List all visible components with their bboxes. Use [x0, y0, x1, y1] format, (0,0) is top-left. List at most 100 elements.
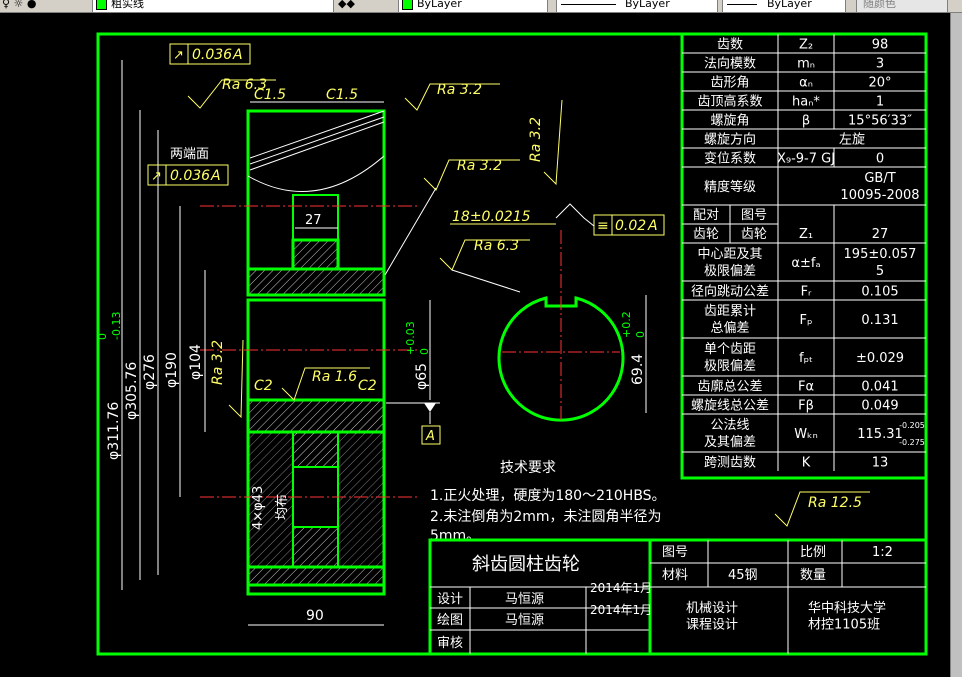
linetype-preview [561, 4, 616, 5]
holes: 4×φ43 [251, 486, 266, 530]
chamfer-c2-left: C2 [254, 378, 273, 394]
plotstyle-value: 随颜色 [863, 0, 896, 10]
spec-label: 变位系数 [704, 151, 756, 167]
spec-value: 0.131 [861, 313, 898, 328]
spec-symbol: α±fₐ [791, 256, 820, 271]
spec-label: 齿顶高系数 [697, 94, 762, 110]
dim-phi311: φ311.76 [106, 402, 122, 460]
spec-label: 螺旋角 [710, 114, 749, 129]
runout-ends-icon: ↗ [151, 169, 162, 184]
material-label: 材料 [662, 568, 688, 583]
runout-icon: ↗ [173, 48, 184, 63]
spec-label: 齿数 [717, 38, 743, 53]
spec-label: 齿距累计总偏差 [704, 304, 756, 336]
dim-phi305: φ305.76 [124, 362, 140, 420]
spec-value: 0.105 [861, 285, 898, 300]
spec-label: 螺旋方向 [704, 132, 756, 148]
spec-label: 单个齿距极限偏差 [704, 342, 756, 374]
spec-value: ±0.029 [856, 351, 904, 366]
draw-label: 绘图 [437, 613, 463, 628]
spec-label: 精度等级 [704, 179, 756, 195]
spec-label: 法向模数 [704, 56, 756, 72]
dim-phi104: φ104 [188, 344, 204, 380]
symmetry-datum: A [647, 218, 658, 234]
tech-req-line1: 1.正火处理，硬度为180～210HBS。 [430, 488, 666, 504]
dim-69-4: 69.4 [630, 354, 646, 385]
spec-value: 0.049 [861, 399, 898, 414]
color-swatch [402, 0, 413, 10]
spec-value-tol: -0.205 -0.275 [899, 421, 925, 447]
spec-label: 图号 [741, 208, 767, 223]
spec-value: 左旋 [839, 133, 865, 148]
spec-symbol: Fᵣ [801, 285, 812, 300]
linetype-value: ByLayer [625, 0, 670, 10]
keyway-width: 18±0.0215 [452, 209, 531, 225]
drafter: 马恒源 [505, 613, 544, 628]
spec-label: 配对 [693, 208, 719, 223]
spec-label: 跨测齿数 [704, 456, 756, 471]
spec-symbol: β [802, 114, 810, 129]
spec-symbol: Wₖₙ [794, 427, 818, 442]
ra-12-5: Ra 12.5 [808, 495, 862, 511]
spec-symbol: K [802, 456, 811, 471]
scale-label: 比例 [800, 545, 826, 560]
linetype-dropdown[interactable]: ByLayer [556, 0, 718, 12]
ra-32-vertical: Ra 3.2 [528, 117, 544, 162]
runout-top-datum: A [232, 47, 243, 63]
chamfer-c15-right: C1.5 [326, 87, 358, 103]
layer-tools-icon[interactable]: ◆◆ [338, 0, 355, 11]
dim-phi276: φ276 [142, 354, 158, 390]
dim-90: 90 [306, 608, 324, 624]
spec-value: GB/T 10095-2008 [840, 171, 919, 203]
spec-label: 中心距及其极限偏差 [697, 247, 762, 279]
review-label: 审核 [437, 636, 463, 651]
properties-toolbar: ♀ ☼ ● 粗实线 ◆◆ ByLayer ByLayer ByLayer 随颜色 [0, 0, 962, 13]
drawing-no-label: 图号 [662, 545, 688, 560]
spec-value: 0.041 [861, 380, 898, 395]
spec-value: 13 [872, 456, 889, 471]
dim-phi311-tol: 0-0.13 [96, 312, 123, 340]
lineweight-dropdown[interactable]: ByLayer [722, 0, 846, 12]
tech-req-line3: 5mm。 [430, 528, 480, 544]
gear-section-view [121, 60, 431, 626]
spec-value: 27 [872, 227, 889, 242]
spec-symbol: haₙ* [792, 95, 820, 110]
ra-16: Ra 1.6 [312, 369, 357, 385]
symmetry-tol: 0.02 [615, 218, 646, 234]
layer-name: 粗实线 [111, 0, 144, 10]
chamfer-c15-left: C1.5 [254, 87, 286, 103]
runout-ends-datum: A [210, 168, 221, 184]
two-end-faces-label: 两端面 [170, 147, 209, 162]
dim-27: 27 [305, 213, 322, 228]
layer-color-swatch [96, 0, 107, 10]
design-label: 设计 [437, 592, 463, 607]
symmetry-icon: ≡ [597, 218, 609, 234]
chamfer-c2-right: C2 [358, 378, 377, 394]
datum-a: A [425, 429, 435, 444]
layer-dropdown[interactable]: 粗实线 [92, 0, 334, 12]
qty-label: 数量 [800, 568, 826, 583]
drawing-canvas[interactable]: ↗ 0.036 A 两端面 ↗ 0.036 A Ra 6.3 Ra 3.2 C1… [0, 13, 950, 677]
layer-state-icons[interactable]: ♀ ☼ ● [2, 0, 37, 11]
spec-label: 齿廓总公差 [697, 379, 762, 395]
spec-label: 齿轮 [741, 227, 767, 242]
material-value: 45钢 [728, 568, 758, 583]
spec-value: 0 [876, 152, 884, 167]
scale-value: 1:2 [872, 545, 893, 560]
tech-req-line2: 2.未注倒角为2mm，未注圆角半径为 [430, 509, 662, 525]
design-date: 2014年1月 [590, 581, 652, 595]
color-dropdown[interactable]: ByLayer [398, 0, 548, 12]
spec-symbol: Fβ [798, 399, 814, 414]
dim-phi190: φ190 [164, 352, 180, 388]
vertical-scrollbar[interactable] [950, 13, 962, 677]
spec-value: 115.31 [857, 427, 903, 442]
plotstyle-dropdown[interactable]: 随颜色 [856, 0, 948, 12]
spec-symbol: Fα [798, 380, 814, 395]
designer: 马恒源 [505, 592, 544, 607]
spec-symbol: Z₁ [799, 227, 813, 242]
dim-phi65: φ65 [414, 363, 430, 390]
spec-value: 20° [868, 76, 891, 91]
runout-top: 0.036 [192, 47, 232, 63]
spec-label: 齿轮 [693, 227, 719, 242]
color-value: ByLayer [417, 0, 462, 10]
